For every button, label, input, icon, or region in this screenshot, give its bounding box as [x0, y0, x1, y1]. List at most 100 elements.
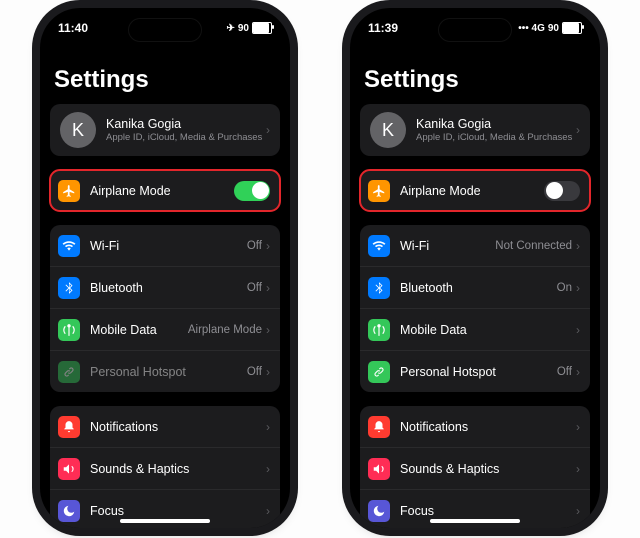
- chevron-right-icon: ›: [576, 420, 580, 434]
- profile-name: Kanika Gogia Apple ID, iCloud, Media & P…: [106, 117, 266, 143]
- airplane-group: Airplane Mode: [360, 170, 590, 211]
- settings-row-notifications[interactable]: Notifications ›: [360, 406, 590, 447]
- status-battery-pct: 90: [548, 23, 559, 34]
- settings-row-bluetooth[interactable]: Bluetooth Off ›: [50, 266, 280, 308]
- row-value: Off: [557, 366, 572, 378]
- status-time: 11:39: [368, 21, 398, 35]
- chevron-right-icon: ›: [266, 462, 270, 476]
- settings-row-bluetooth[interactable]: Bluetooth On ›: [360, 266, 590, 308]
- wifi-icon: [58, 235, 80, 257]
- avatar: K: [370, 112, 406, 148]
- profile-row[interactable]: K Kanika Gogia Apple ID, iCloud, Media &…: [50, 104, 280, 156]
- row-label: Mobile Data: [400, 323, 572, 337]
- settings-row-sounds-haptics[interactable]: Sounds & Haptics ›: [50, 447, 280, 489]
- chevron-right-icon: ›: [576, 365, 580, 379]
- row-value: Not Connected: [495, 240, 572, 252]
- airplane-toggle[interactable]: [234, 181, 270, 201]
- profile-group: K Kanika Gogia Apple ID, iCloud, Media &…: [360, 104, 590, 156]
- battery-icon: [252, 22, 272, 34]
- chevron-right-icon: ›: [266, 365, 270, 379]
- ant-icon: [368, 319, 390, 341]
- chevron-right-icon: ›: [266, 504, 270, 518]
- plane-icon: [58, 180, 80, 202]
- row-label: Focus: [90, 504, 266, 518]
- speaker-icon: [368, 458, 390, 480]
- page-title: Settings: [364, 66, 586, 94]
- chevron-right-icon: ›: [576, 123, 580, 137]
- profile-group: K Kanika Gogia Apple ID, iCloud, Media &…: [50, 104, 280, 156]
- chevron-right-icon: ›: [266, 123, 270, 137]
- row-value: Off: [247, 282, 262, 294]
- network-group: Wi-Fi Not Connected › Bluetooth On › Mob…: [360, 225, 590, 392]
- home-indicator[interactable]: [120, 519, 210, 523]
- profile-row[interactable]: K Kanika Gogia Apple ID, iCloud, Media &…: [360, 104, 590, 156]
- link-icon: [58, 361, 80, 383]
- row-label: Personal Hotspot: [90, 365, 247, 379]
- moon-icon: [368, 500, 390, 522]
- bt-icon: [58, 277, 80, 299]
- speaker-icon: [58, 458, 80, 480]
- home-indicator[interactable]: [430, 519, 520, 523]
- settings-row-mobile-data[interactable]: Mobile Data Airplane Mode ›: [50, 308, 280, 350]
- settings-row-airplane-mode[interactable]: Airplane Mode: [50, 170, 280, 211]
- row-label: Bluetooth: [400, 281, 557, 295]
- row-value: Off: [247, 366, 262, 378]
- settings-row-airplane-mode[interactable]: Airplane Mode: [360, 170, 590, 211]
- row-value: Off: [247, 240, 262, 252]
- chevron-right-icon: ›: [266, 239, 270, 253]
- ant-icon: [58, 319, 80, 341]
- profile-sub: Apple ID, iCloud, Media & Purchases: [106, 132, 266, 143]
- chevron-right-icon: ›: [266, 420, 270, 434]
- page-title: Settings: [54, 66, 276, 94]
- chevron-right-icon: ›: [576, 462, 580, 476]
- notifications-group: Notifications › Sounds & Haptics › Focus…: [360, 406, 590, 528]
- settings-row-notifications[interactable]: Notifications ›: [50, 406, 280, 447]
- settings-row-wi-fi[interactable]: Wi-Fi Off ›: [50, 225, 280, 266]
- row-label: Wi-Fi: [400, 239, 495, 253]
- row-value: Airplane Mode: [188, 324, 262, 336]
- settings-row-personal-hotspot[interactable]: Personal Hotspot Off ›: [360, 350, 590, 392]
- status-extra: ••• 4G: [518, 23, 545, 34]
- row-label: Focus: [400, 504, 576, 518]
- row-label: Sounds & Haptics: [90, 462, 266, 476]
- bell-icon: [58, 416, 80, 438]
- row-label: Sounds & Haptics: [400, 462, 576, 476]
- chevron-right-icon: ›: [266, 281, 270, 295]
- phone-0: 11:40 ✈︎ 90 Settings K Kanika Gogia Appl…: [40, 8, 290, 528]
- settings-row-personal-hotspot[interactable]: Personal Hotspot Off ›: [50, 350, 280, 392]
- network-group: Wi-Fi Off › Bluetooth Off › Mobile Data …: [50, 225, 280, 392]
- profile-sub: Apple ID, iCloud, Media & Purchases: [416, 132, 576, 143]
- row-label: Bluetooth: [90, 281, 247, 295]
- row-label: Notifications: [400, 420, 576, 434]
- bt-icon: [368, 277, 390, 299]
- plane-icon: [368, 180, 390, 202]
- chevron-right-icon: ›: [576, 323, 580, 337]
- airplane-group: Airplane Mode: [50, 170, 280, 211]
- dynamic-island: [128, 18, 202, 42]
- chevron-right-icon: ›: [266, 323, 270, 337]
- row-label: Airplane Mode: [90, 184, 234, 198]
- link-icon: [368, 361, 390, 383]
- row-label: Notifications: [90, 420, 266, 434]
- row-label: Mobile Data: [90, 323, 188, 337]
- row-label: Wi-Fi: [90, 239, 247, 253]
- chevron-right-icon: ›: [576, 504, 580, 518]
- moon-icon: [58, 500, 80, 522]
- battery-icon: [562, 22, 582, 34]
- chevron-right-icon: ›: [576, 239, 580, 253]
- chevron-right-icon: ›: [576, 281, 580, 295]
- settings-row-mobile-data[interactable]: Mobile Data ›: [360, 308, 590, 350]
- row-value: On: [557, 282, 572, 294]
- dynamic-island: [438, 18, 512, 42]
- airplane-toggle[interactable]: [544, 181, 580, 201]
- status-extra: ✈︎: [226, 23, 234, 34]
- settings-row-sounds-haptics[interactable]: Sounds & Haptics ›: [360, 447, 590, 489]
- row-label: Personal Hotspot: [400, 365, 557, 379]
- status-time: 11:40: [58, 21, 88, 35]
- wifi-icon: [368, 235, 390, 257]
- notifications-group: Notifications › Sounds & Haptics › Focus…: [50, 406, 280, 528]
- status-battery-pct: 90: [238, 23, 249, 34]
- phone-1: 11:39 ••• 4G 90 Settings K Kanika Gogia …: [350, 8, 600, 528]
- settings-row-wi-fi[interactable]: Wi-Fi Not Connected ›: [360, 225, 590, 266]
- row-label: Airplane Mode: [400, 184, 544, 198]
